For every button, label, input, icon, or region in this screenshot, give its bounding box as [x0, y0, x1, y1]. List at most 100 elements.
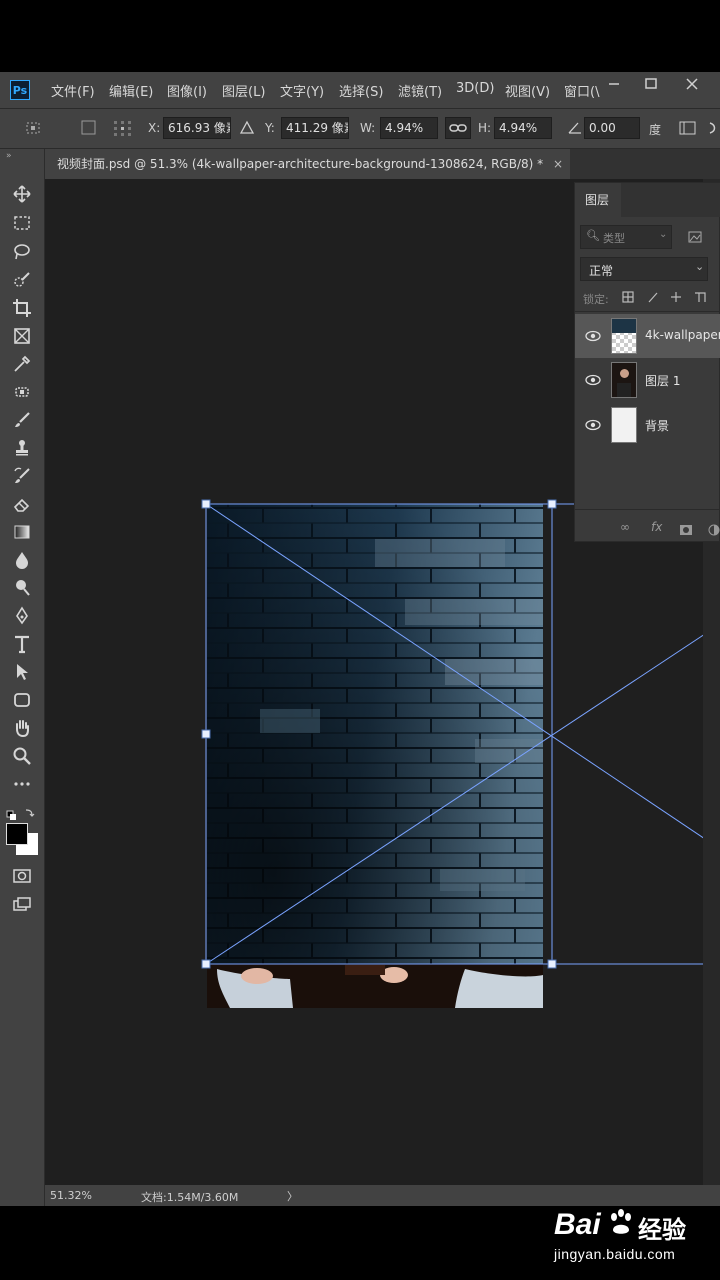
quick-mask-icon[interactable] — [10, 865, 34, 887]
layers-tab[interactable]: 图层 — [575, 183, 621, 217]
menu-edit[interactable]: 编辑(E) — [109, 81, 153, 100]
layer-thumbnail — [611, 407, 637, 443]
reference-point-checkbox[interactable] — [80, 119, 98, 137]
clone-stamp-tool-icon[interactable] — [10, 437, 34, 459]
delta-icon[interactable] — [238, 119, 256, 137]
fx-icon[interactable]: fx — [651, 520, 662, 534]
options-bar: X: 616.93 像素 Y: 411.29 像素 W: 4.94% H: 4.… — [0, 108, 720, 149]
move-transform-icon[interactable] — [24, 119, 42, 137]
angle-icon — [566, 119, 584, 137]
document-tab-bar: 视频封面.psd @ 51.3% (4k-wallpaper-architect… — [45, 149, 720, 179]
blur-tool-icon[interactable] — [10, 549, 34, 571]
search-icon: 🔍︎ — [586, 229, 600, 242]
document-tab[interactable]: 视频封面.psd @ 51.3% (4k-wallpaper-architect… — [45, 149, 570, 179]
document-tab-title: 视频封面.psd @ 51.3% (4k-wallpaper-architect… — [57, 157, 544, 171]
cancel-transform-icon[interactable] — [708, 119, 720, 137]
menu-view[interactable]: 视图(V) — [505, 81, 550, 100]
layer-row-layer-1[interactable]: 图层 1 — [575, 358, 720, 402]
height-field[interactable]: 4.94% — [494, 117, 552, 139]
healing-brush-tool-icon[interactable] — [10, 381, 34, 403]
visibility-eye-icon[interactable] — [585, 372, 601, 388]
rotation-field[interactable]: 0.00 — [584, 117, 640, 139]
layer-row-4k-wallpaper[interactable]: 4k-wallpaper. — [575, 314, 720, 358]
status-menu-arrow-icon[interactable]: 〉 — [287, 1188, 298, 1204]
chevron-down-icon: ⌄ — [659, 229, 668, 240]
gradient-tool-icon[interactable] — [10, 521, 34, 543]
close-tab-icon[interactable]: × — [553, 149, 563, 179]
photoshop-window: Ps 文件(F) 编辑(E) 图像(I) 图层(L) 文字(Y) 选择(S) 滤… — [0, 72, 720, 1206]
hand-tool-icon[interactable] — [10, 717, 34, 739]
layer-thumbnail — [611, 318, 637, 354]
warp-toggle-icon[interactable] — [678, 119, 696, 137]
menu-filter[interactable]: 滤镜(T) — [398, 81, 442, 100]
quick-select-tool-icon[interactable] — [10, 269, 34, 291]
adjustment-layer-icon[interactable] — [707, 521, 720, 536]
menu-select[interactable]: 选择(S) — [339, 81, 383, 100]
w-label: W: — [360, 121, 376, 135]
zoom-tool-icon[interactable] — [10, 745, 34, 767]
y-label: Y: — [265, 121, 275, 135]
maximize-icon[interactable] — [641, 76, 661, 92]
screen-mode-icon[interactable] — [10, 893, 34, 915]
crop-tool-icon[interactable] — [10, 297, 34, 319]
visibility-eye-icon[interactable] — [585, 417, 601, 433]
eraser-tool-icon[interactable] — [10, 493, 34, 515]
layer-thumbnail — [611, 362, 637, 398]
menu-window[interactable]: 窗口(\ — [564, 81, 600, 100]
layer-mask-icon[interactable] — [679, 521, 693, 535]
pen-tool-icon[interactable] — [10, 605, 34, 627]
layer-name: 图层 1 — [645, 374, 681, 388]
menu-image[interactable]: 图像(I) — [167, 81, 207, 100]
foreground-color-swatch[interactable] — [6, 823, 28, 845]
lock-icons[interactable] — [621, 289, 720, 305]
marquee-tool-icon[interactable] — [10, 212, 34, 234]
minimize-icon[interactable] — [604, 76, 624, 92]
brush-tool-icon[interactable] — [10, 409, 34, 431]
close-window-icon[interactable] — [682, 76, 702, 92]
more-tools-icon[interactable] — [10, 773, 34, 795]
collapse-arrows-icon[interactable]: » — [6, 151, 12, 161]
link-layers-icon[interactable]: ∞ — [620, 520, 630, 534]
layer-filter-label: 类型 — [603, 232, 625, 245]
image-filter-icon[interactable] — [688, 229, 702, 243]
link-icon[interactable] — [445, 117, 471, 139]
x-label: X: — [148, 121, 161, 135]
portrait-photo — [207, 964, 543, 1008]
panel-tab-bar: 图层 — [575, 183, 720, 217]
visibility-eye-icon[interactable] — [585, 328, 601, 344]
blend-mode-value: 正常 — [589, 264, 614, 278]
type-tool-icon[interactable] — [10, 633, 34, 655]
menu-type[interactable]: 文字(Y) — [280, 81, 324, 100]
layer-filter-select[interactable]: 🔍︎ 类型 ⌄ — [580, 225, 672, 249]
y-position-field[interactable]: 411.29 像素 — [281, 117, 349, 139]
layer-name: 背景 — [645, 419, 670, 433]
watermark-url: jingyan.baidu.com — [554, 1246, 676, 1262]
menu-3d[interactable]: 3D(D) — [456, 81, 494, 96]
x-position-field[interactable]: 616.93 像素 — [163, 117, 231, 139]
frame-tool-icon[interactable] — [10, 325, 34, 347]
menu-layer[interactable]: 图层(L) — [222, 81, 265, 100]
path-selection-tool-icon[interactable] — [10, 661, 34, 683]
watermark-brand: Bai — [554, 1208, 601, 1241]
menu-bar: Ps 文件(F) 编辑(E) 图像(I) 图层(L) 文字(Y) 选择(S) 滤… — [0, 72, 720, 108]
paw-logo-icon — [608, 1208, 634, 1236]
stone-wall-image — [207, 504, 543, 964]
watermark-brand-cn: 经验 — [638, 1216, 686, 1244]
blend-mode-select[interactable]: 正常 ⌄ — [580, 257, 708, 281]
rectangle-tool-icon[interactable] — [10, 689, 34, 711]
dodge-tool-icon[interactable] — [10, 577, 34, 599]
history-brush-tool-icon[interactable] — [10, 465, 34, 487]
menu-file[interactable]: 文件(F) — [51, 81, 95, 100]
layer-name: 4k-wallpaper. — [645, 328, 720, 342]
zoom-level[interactable]: 51.32% — [50, 1189, 92, 1202]
angle-unit-label: 度 — [649, 123, 662, 137]
eyedropper-tool-icon[interactable] — [10, 353, 34, 375]
swap-colors-icon[interactable] — [6, 807, 36, 823]
document-size: 文档:1.54M/3.60M — [141, 1191, 239, 1204]
baidu-jingyan-watermark: Bai 经验 jingyan.baidu.com — [552, 1200, 720, 1270]
reference-point-grid-icon[interactable] — [112, 119, 131, 137]
width-field[interactable]: 4.94% — [380, 117, 438, 139]
lasso-tool-icon[interactable] — [10, 241, 34, 263]
move-tool-icon[interactable] — [10, 183, 34, 205]
layer-row-background[interactable]: 背景 — [575, 403, 720, 447]
